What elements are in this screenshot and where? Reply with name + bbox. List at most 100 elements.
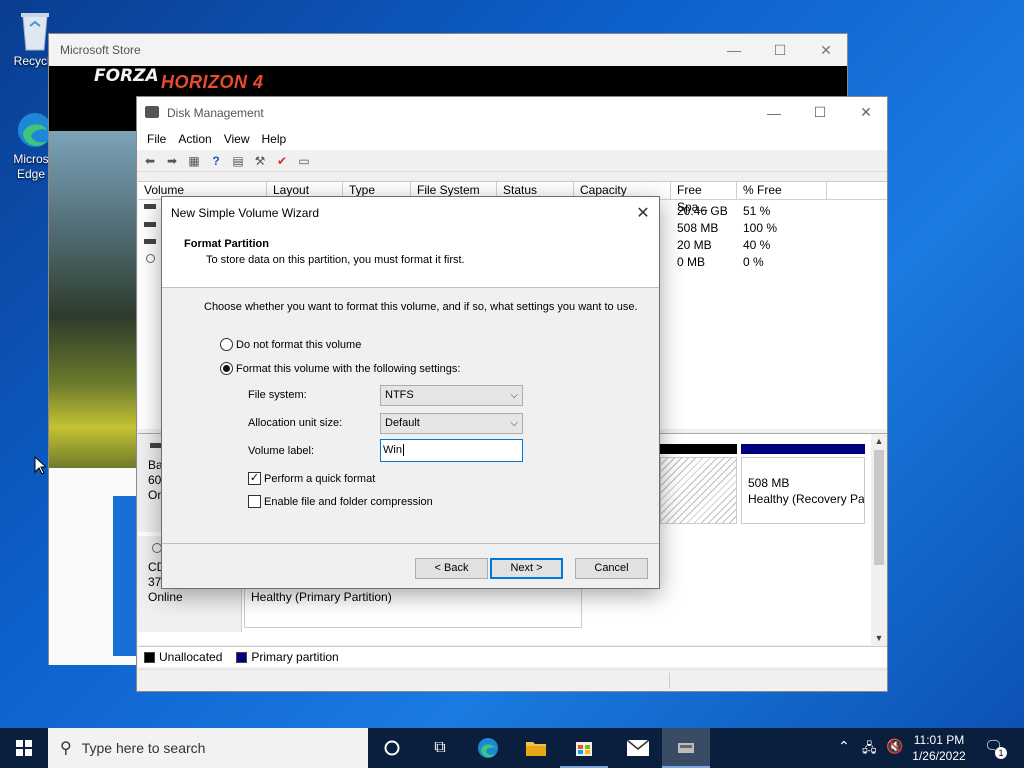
volume-label-input[interactable]: Win	[380, 439, 523, 462]
drive-icon	[144, 222, 156, 227]
legend-unallocated: Unallocated	[159, 650, 223, 664]
menu-action[interactable]: Action	[172, 132, 217, 146]
dm-title: Disk Management	[167, 105, 264, 120]
checklist-icon[interactable]: ✔	[273, 153, 291, 169]
col-free-space[interactable]: Free Spa...	[671, 182, 737, 214]
store-close-button[interactable]: ✕	[803, 34, 849, 66]
table-row-pct: 100 %	[743, 221, 778, 235]
back-button[interactable]: < Back	[415, 558, 488, 579]
store-title: Microsoft Store	[60, 43, 141, 57]
dm-close-button[interactable]: ✕	[843, 97, 889, 128]
next-button[interactable]: Next >	[490, 558, 563, 579]
disk-legend: Unallocated Primary partition	[138, 646, 887, 667]
disk-management-icon	[145, 106, 159, 118]
volume-label-label: Volume label:	[248, 445, 315, 457]
cd-line3: Online	[148, 590, 183, 604]
legend-primary: Primary partition	[251, 650, 339, 664]
primary-swatch	[236, 651, 248, 663]
search-icon: ⚲	[60, 740, 72, 757]
settings-icon[interactable]: ▭	[295, 153, 313, 169]
table-row-pct: 51 %	[743, 204, 771, 218]
radio-format-volume[interactable]	[220, 362, 233, 375]
show-hidden-icons-chevron-icon[interactable]: ⌃	[838, 738, 850, 755]
cancel-button[interactable]: Cancel	[575, 558, 648, 579]
connect-icon[interactable]: ⚒	[251, 153, 269, 169]
partition-bar-recovery	[741, 444, 865, 454]
col-percent-free[interactable]: % Free	[737, 182, 827, 200]
compression-label[interactable]: Enable file and folder compression	[264, 496, 433, 508]
volume-label-value: Win	[383, 444, 402, 456]
dm-statusbar	[138, 669, 887, 691]
store-game-artwork[interactable]	[49, 131, 137, 468]
task-view-button[interactable]: ⧉	[416, 728, 464, 768]
cd-drive-icon	[146, 254, 155, 263]
wizard-close-button[interactable]: ✕	[627, 197, 659, 229]
menu-help[interactable]: Help	[256, 132, 293, 146]
table-row-free: 20.46 GB	[677, 204, 728, 218]
radio-format-volume-label[interactable]: Format this volume with the following se…	[236, 363, 460, 375]
mouse-cursor-icon	[34, 456, 46, 475]
file-explorer-icon[interactable]	[512, 728, 560, 768]
clock[interactable]: 11:01 PM 1/26/2022	[908, 732, 970, 764]
col-filler	[827, 182, 887, 200]
wizard-heading: Format Partition	[184, 238, 269, 250]
partition-bar-system	[660, 444, 737, 454]
chevron-down-icon: ⌵	[510, 390, 518, 401]
wizard-header: Format Partition To store data on this p…	[162, 229, 659, 288]
help-icon[interactable]: ?	[207, 153, 225, 169]
wizard-titlebar[interactable]: New Simple Volume Wizard ✕	[162, 197, 659, 229]
drive-icon	[144, 204, 156, 209]
allocation-unit-value: Default	[385, 417, 420, 429]
dm-minimize-button[interactable]: —	[751, 97, 797, 128]
file-system-label: File system:	[248, 389, 307, 401]
notification-count-badge: 1	[995, 747, 1007, 759]
quick-format-checkbox[interactable]: ✓	[248, 472, 261, 485]
table-row-free: 20 MB	[677, 238, 712, 252]
radio-do-not-format[interactable]	[220, 338, 233, 351]
compression-checkbox[interactable]	[248, 495, 261, 508]
dm-titlebar[interactable]: Disk Management — ☐ ✕	[137, 97, 887, 128]
recovery-size: 508 MB	[748, 476, 790, 490]
dm-maximize-button[interactable]: ☐	[797, 97, 843, 128]
menu-view[interactable]: View	[218, 132, 256, 146]
forza-logo-bottom: HORIZON 4	[161, 72, 264, 92]
table-row-pct: 40 %	[743, 238, 771, 252]
file-system-select[interactable]: NTFS ⌵	[380, 385, 523, 406]
drive-icon	[144, 239, 156, 244]
taskbar-edge-icon[interactable]	[464, 728, 512, 768]
search-placeholder: Type here to search	[81, 740, 206, 756]
cortana-button[interactable]	[368, 728, 416, 768]
properties-icon[interactable]: ▤	[229, 153, 247, 169]
windows-icon	[16, 740, 32, 756]
disk-management-taskbar-icon[interactable]	[662, 728, 710, 768]
clock-time: 11:01 PM	[913, 733, 965, 747]
partition-system-hatched[interactable]	[660, 457, 737, 524]
forza-logo-top: FORZA	[94, 66, 159, 86]
graph-scrollbar[interactable]: ▲ ▼	[871, 434, 887, 645]
back-arrow-icon[interactable]: ⬅	[141, 153, 159, 169]
store-content-panel	[49, 468, 137, 665]
start-button[interactable]	[0, 728, 48, 768]
wizard-instruction: Choose whether you want to format this v…	[204, 301, 638, 313]
microsoft-store-icon[interactable]	[560, 728, 608, 768]
console-tree-icon[interactable]: ▦	[185, 153, 203, 169]
forward-arrow-icon[interactable]: ➡	[163, 153, 181, 169]
store-minimize-button[interactable]: —	[711, 34, 757, 66]
quick-format-label[interactable]: Perform a quick format	[264, 473, 375, 485]
mail-icon[interactable]	[614, 728, 662, 768]
volume-muted-icon[interactable]: 🔇	[886, 738, 903, 755]
radio-do-not-format-label[interactable]: Do not format this volume	[236, 339, 361, 351]
allocation-unit-select[interactable]: Default ⌵	[380, 413, 523, 434]
partition-recovery[interactable]: 508 MB Healthy (Recovery Pa	[741, 457, 865, 524]
network-icon[interactable]: 🖧	[862, 739, 877, 761]
cd-partition-status: Healthy (Primary Partition)	[251, 590, 392, 604]
table-row-free: 0 MB	[677, 255, 706, 269]
store-maximize-button[interactable]: ☐	[757, 34, 803, 66]
new-simple-volume-wizard[interactable]: New Simple Volume Wizard ✕ Format Partit…	[161, 196, 660, 589]
taskbar: ⚲ Type here to search ⧉ ⌃ 🖧 🔇 11:01 PM 1…	[0, 728, 1024, 768]
menu-file[interactable]: File	[141, 132, 172, 146]
wizard-divider	[162, 543, 659, 544]
taskbar-search-box[interactable]: ⚲ Type here to search	[48, 728, 368, 768]
clock-date: 1/26/2022	[912, 749, 966, 763]
wizard-subheading: To store data on this partition, you mus…	[206, 254, 465, 266]
